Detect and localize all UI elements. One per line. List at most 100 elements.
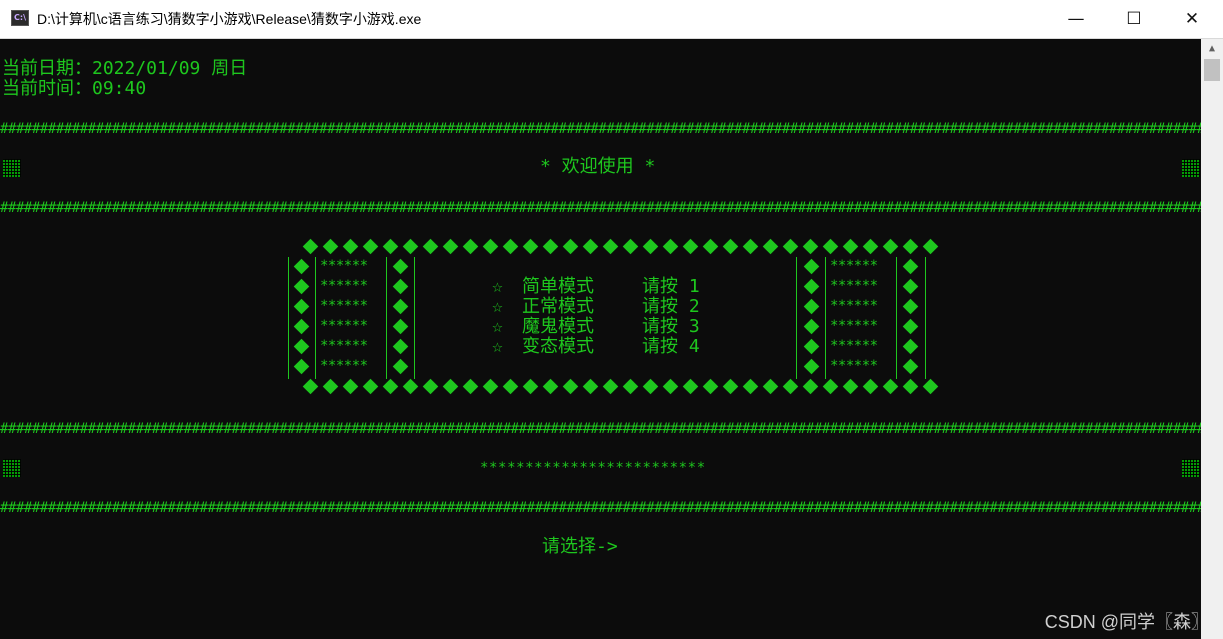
star-cell: ******	[320, 338, 368, 354]
diamond-icon	[842, 378, 859, 395]
star-cell: ******	[830, 338, 878, 354]
minimize-button[interactable]: —	[1047, 0, 1105, 38]
diamond-icon	[522, 378, 539, 395]
diamond-icon	[502, 238, 519, 255]
diamond-icon	[562, 238, 579, 255]
menu-item-label: 正常模式	[522, 296, 594, 317]
window-title: D:\计算机\c语言练习\猜数字小游戏\Release\猜数字小游戏.exe	[37, 11, 422, 27]
diamond-icon	[803, 338, 820, 355]
diamond-icon	[922, 378, 939, 395]
close-icon: ✕	[1184, 9, 1200, 29]
welcome-banner: * 欢迎使用 *	[540, 156, 656, 177]
diamond-icon	[392, 258, 409, 275]
diamond-icon	[702, 238, 719, 255]
border-line	[925, 257, 926, 379]
diamond-icon	[402, 238, 419, 255]
menu-item-hint: 请按 4	[642, 336, 700, 357]
diamond-icon	[803, 318, 820, 335]
diamond-icon	[782, 238, 799, 255]
hash-border-bottom-1: ########################################…	[0, 421, 1201, 437]
star-cell: ******	[320, 318, 368, 334]
window-titlebar: C:\ D:\计算机\c语言练习\猜数字小游戏\Release\猜数字小游戏.e…	[0, 0, 1223, 39]
border-block-left-2	[3, 459, 21, 477]
diamond-icon	[762, 378, 779, 395]
diamond-icon	[502, 378, 519, 395]
diamond-icon	[902, 318, 919, 335]
diamond-icon	[682, 238, 699, 255]
diamond-icon	[722, 378, 739, 395]
diamond-icon	[362, 378, 379, 395]
diamond-icon	[482, 378, 499, 395]
diamond-icon	[392, 298, 409, 315]
diamond-icon	[582, 378, 599, 395]
star-cell: ******	[830, 358, 878, 374]
star-cell: ******	[320, 358, 368, 374]
border-line	[825, 257, 826, 379]
date-line: 当前日期：2022/01/09 周日	[2, 58, 248, 79]
diamond-icon	[803, 278, 820, 295]
menu-star-icon: ☆	[492, 276, 503, 297]
border-line	[796, 257, 797, 379]
diamond-icon	[922, 238, 939, 255]
diamond-icon	[482, 238, 499, 255]
star-banner: *************************	[480, 460, 706, 476]
border-block-left-1	[3, 159, 21, 177]
diamond-icon	[622, 378, 639, 395]
border-line	[288, 257, 289, 379]
diamond-icon	[562, 378, 579, 395]
diamond-icon	[293, 298, 310, 315]
menu-item-label: 变态模式	[522, 336, 594, 357]
diamond-icon	[442, 238, 459, 255]
console-output[interactable]: 当前日期：2022/01/09 周日 当前时间：09:40 ##########…	[0, 39, 1201, 639]
maximize-icon: ☐	[1126, 9, 1142, 29]
console-app-icon: C:\	[11, 10, 29, 26]
maximize-button[interactable]: ☐	[1105, 0, 1163, 38]
diamond-icon	[902, 358, 919, 375]
border-block-right-1	[1182, 159, 1200, 177]
menu-star-icon: ☆	[492, 296, 503, 317]
vertical-scrollbar[interactable]: ▲	[1201, 39, 1223, 639]
star-cell: ******	[830, 298, 878, 314]
diamond-icon	[422, 238, 439, 255]
star-cell: ******	[830, 258, 878, 274]
diamond-icon	[742, 378, 759, 395]
diamond-icon	[742, 238, 759, 255]
diamond-icon	[542, 378, 559, 395]
menu-star-icon: ☆	[492, 336, 503, 357]
menu-item-label: 简单模式	[522, 276, 594, 297]
scrollbar-thumb[interactable]	[1204, 59, 1220, 81]
close-button[interactable]: ✕	[1163, 0, 1221, 38]
diamond-icon	[462, 238, 479, 255]
diamond-icon	[622, 238, 639, 255]
diamond-icon	[342, 378, 359, 395]
scroll-up-arrow-icon[interactable]: ▲	[1201, 39, 1223, 57]
diamond-icon	[322, 378, 339, 395]
diamond-icon	[882, 238, 899, 255]
diamond-icon	[662, 378, 679, 395]
diamond-icon	[722, 238, 739, 255]
diamond-icon	[302, 238, 319, 255]
diamond-icon	[662, 238, 679, 255]
diamond-icon	[902, 378, 919, 395]
diamond-icon	[803, 358, 820, 375]
diamond-icon	[862, 238, 879, 255]
diamond-icon	[802, 238, 819, 255]
diamond-icon	[642, 378, 659, 395]
diamond-icon	[882, 378, 899, 395]
choice-prompt: 请选择->	[542, 536, 618, 557]
star-cell: ******	[320, 258, 368, 274]
diamond-icon	[682, 378, 699, 395]
minimize-icon: —	[1067, 9, 1085, 29]
diamond-icon	[293, 318, 310, 335]
diamond-icon	[803, 298, 820, 315]
hash-border-top-2: ########################################…	[0, 200, 1201, 216]
diamond-icon	[902, 258, 919, 275]
border-line	[386, 257, 387, 379]
border-line	[896, 257, 897, 379]
diamond-icon	[302, 378, 319, 395]
star-cell: ******	[830, 278, 878, 294]
diamond-icon	[902, 338, 919, 355]
diamond-icon	[392, 358, 409, 375]
hash-border-top-1: ########################################…	[0, 121, 1201, 137]
diamond-icon	[902, 298, 919, 315]
